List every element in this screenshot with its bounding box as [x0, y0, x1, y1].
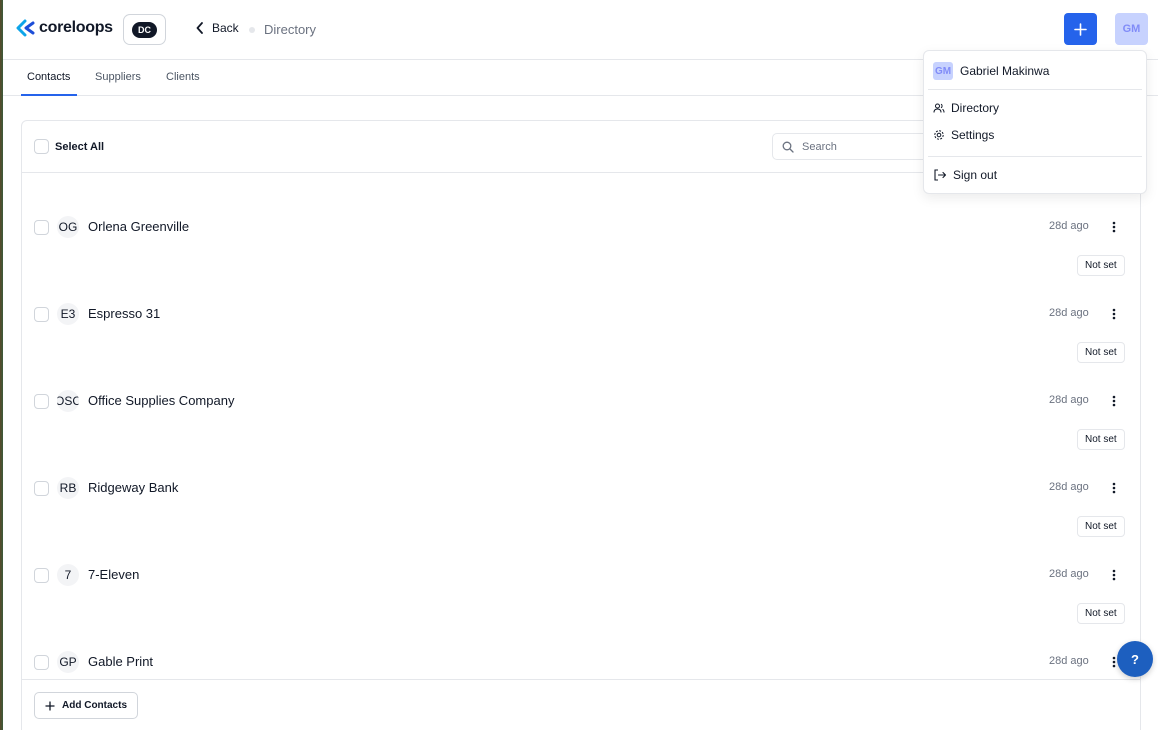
- contact-initials: E3: [57, 303, 79, 325]
- row-checkbox[interactable]: [34, 220, 49, 235]
- back-button[interactable]: Back: [196, 21, 239, 35]
- menu-user-name: Gabriel Makinwa: [960, 64, 1050, 78]
- back-label: Back: [212, 21, 239, 35]
- chevron-left-icon: [196, 22, 203, 34]
- kebab-menu-icon: [1112, 569, 1116, 581]
- contact-name[interactable]: 7-Eleven: [88, 567, 139, 582]
- tab-contacts[interactable]: Contacts: [27, 71, 70, 83]
- menu-item-sign-out[interactable]: Sign out: [933, 168, 997, 182]
- org-switcher[interactable]: DC: [123, 14, 166, 45]
- breadcrumb: Directory: [264, 22, 317, 37]
- menu-item-settings[interactable]: Settings: [933, 128, 994, 142]
- row-more-menu[interactable]: [1107, 305, 1121, 323]
- contacts-card: Select All OG Orlena Greenville 28d ago …: [21, 120, 1141, 730]
- add-contacts-button[interactable]: Add Contacts: [34, 692, 138, 719]
- kebab-menu-icon: [1112, 221, 1116, 233]
- search-icon: [782, 141, 794, 153]
- row-checkbox[interactable]: [34, 481, 49, 496]
- kebab-menu-icon: [1112, 482, 1116, 494]
- plus-icon: [1074, 22, 1087, 36]
- menu-divider: [928, 156, 1142, 157]
- kebab-menu-icon: [1112, 395, 1116, 407]
- row-more-menu[interactable]: [1107, 218, 1121, 236]
- contact-updated-time: 28d ago: [1049, 307, 1089, 319]
- logo[interactable]: coreloops: [16, 19, 113, 37]
- row-checkbox[interactable]: [34, 568, 49, 583]
- user-avatar-button[interactable]: GM: [1115, 13, 1148, 45]
- menu-user-header: GM Gabriel Makinwa: [933, 62, 1049, 80]
- contact-initials: GP: [57, 651, 79, 673]
- row-more-menu[interactable]: [1107, 392, 1121, 410]
- menu-item-directory[interactable]: Directory: [933, 101, 999, 115]
- contact-initials: RB: [57, 477, 79, 499]
- kebab-menu-icon: [1112, 656, 1116, 668]
- active-tab-indicator: [21, 94, 77, 96]
- row-checkbox[interactable]: [34, 307, 49, 322]
- plus-icon: [45, 700, 55, 711]
- select-all-checkbox[interactable]: [34, 139, 49, 154]
- menu-divider: [928, 89, 1142, 90]
- contact-name[interactable]: Office Supplies Company: [88, 393, 234, 408]
- contact-name[interactable]: Espresso 31: [88, 306, 160, 321]
- status-badge[interactable]: Not set: [1077, 255, 1125, 276]
- logo-text: coreloops: [39, 19, 113, 36]
- select-all-label: Select All: [55, 140, 105, 153]
- coreloops-logo-icon: [16, 19, 35, 37]
- row-checkbox[interactable]: [34, 394, 49, 409]
- app-root: coreloops DC Back Directory GM Contacts …: [3, 0, 1158, 730]
- contact-updated-time: 28d ago: [1049, 655, 1089, 667]
- status-badge[interactable]: Not set: [1077, 429, 1125, 450]
- sign-out-icon: [934, 169, 947, 181]
- breadcrumb-separator: [249, 27, 255, 33]
- contact-initials: OSC: [57, 390, 79, 412]
- row-more-menu[interactable]: [1107, 566, 1121, 584]
- menu-item-label: Settings: [951, 128, 995, 142]
- list-footer: Add Contacts: [22, 679, 1140, 730]
- help-button[interactable]: ?: [1117, 641, 1153, 677]
- search-box[interactable]: [772, 133, 942, 160]
- tab-suppliers[interactable]: Suppliers: [95, 71, 141, 83]
- user-menu-dropdown: GM Gabriel Makinwa Directory Settings Si…: [923, 50, 1147, 194]
- add-button[interactable]: [1064, 13, 1097, 45]
- contact-updated-time: 28d ago: [1049, 394, 1089, 406]
- row-checkbox[interactable]: [34, 655, 49, 670]
- tab-clients[interactable]: Clients: [166, 71, 200, 83]
- contact-name[interactable]: Ridgeway Bank: [88, 480, 178, 495]
- status-badge[interactable]: Not set: [1077, 603, 1125, 624]
- contact-updated-time: 28d ago: [1049, 481, 1089, 493]
- menu-item-label: Directory: [951, 101, 1000, 115]
- contact-initials: OG: [57, 216, 79, 238]
- contact-name[interactable]: Orlena Greenville: [88, 219, 189, 234]
- add-contacts-label: Add Contacts: [62, 700, 127, 711]
- menu-item-label: Sign out: [953, 168, 998, 182]
- select-all[interactable]: Select All: [34, 139, 104, 154]
- contact-name[interactable]: Gable Print: [88, 654, 153, 669]
- contact-updated-time: 28d ago: [1049, 220, 1089, 232]
- status-badge[interactable]: Not set: [1077, 342, 1125, 363]
- kebab-menu-icon: [1112, 308, 1116, 320]
- contact-initials: 7: [57, 564, 79, 586]
- status-badge[interactable]: Not set: [1077, 516, 1125, 537]
- contact-updated-time: 28d ago: [1049, 568, 1089, 580]
- gear-icon: [934, 130, 944, 140]
- users-icon: [933, 103, 945, 113]
- avatar: GM: [933, 62, 953, 80]
- org-badge-label: DC: [132, 21, 157, 38]
- search-input[interactable]: [802, 140, 922, 153]
- row-more-menu[interactable]: [1107, 479, 1121, 497]
